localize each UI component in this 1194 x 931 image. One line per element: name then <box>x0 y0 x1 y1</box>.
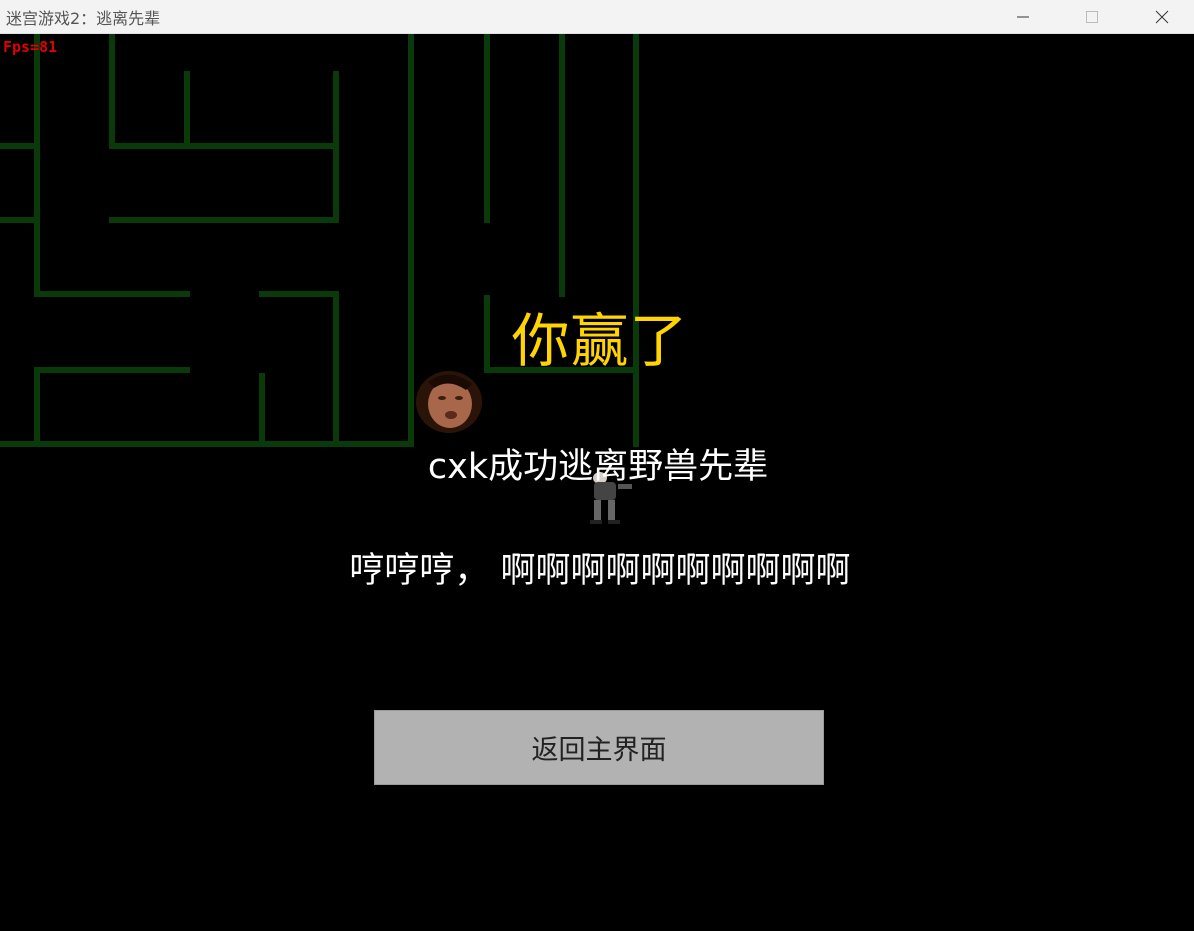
win-title: 你赢了 <box>511 307 689 375</box>
close-icon <box>1155 10 1169 23</box>
minimize-button[interactable] <box>1000 0 1046 33</box>
window-titlebar: 迷宫游戏2：逃离先辈 <box>0 0 1194 34</box>
game-canvas: Fps=81 你赢了 cxk成功逃离野兽先辈 哼哼哼， 啊啊啊啊啊啊啊啊啊啊 返… <box>0 34 1194 931</box>
maximize-icon <box>1086 10 1098 23</box>
minimize-icon <box>1017 16 1029 17</box>
fps-counter: Fps=81 <box>3 38 58 56</box>
close-button[interactable] <box>1139 0 1185 33</box>
window-title: 迷宫游戏2：逃离先辈 <box>6 9 161 28</box>
maximize-button[interactable] <box>1069 0 1115 33</box>
win-message: cxk成功逃离野兽先辈 <box>427 447 769 487</box>
return-main-menu-button[interactable]: 返回主界面 <box>374 710 824 785</box>
win-subtext: 哼哼哼， 啊啊啊啊啊啊啊啊啊啊 <box>349 551 851 591</box>
